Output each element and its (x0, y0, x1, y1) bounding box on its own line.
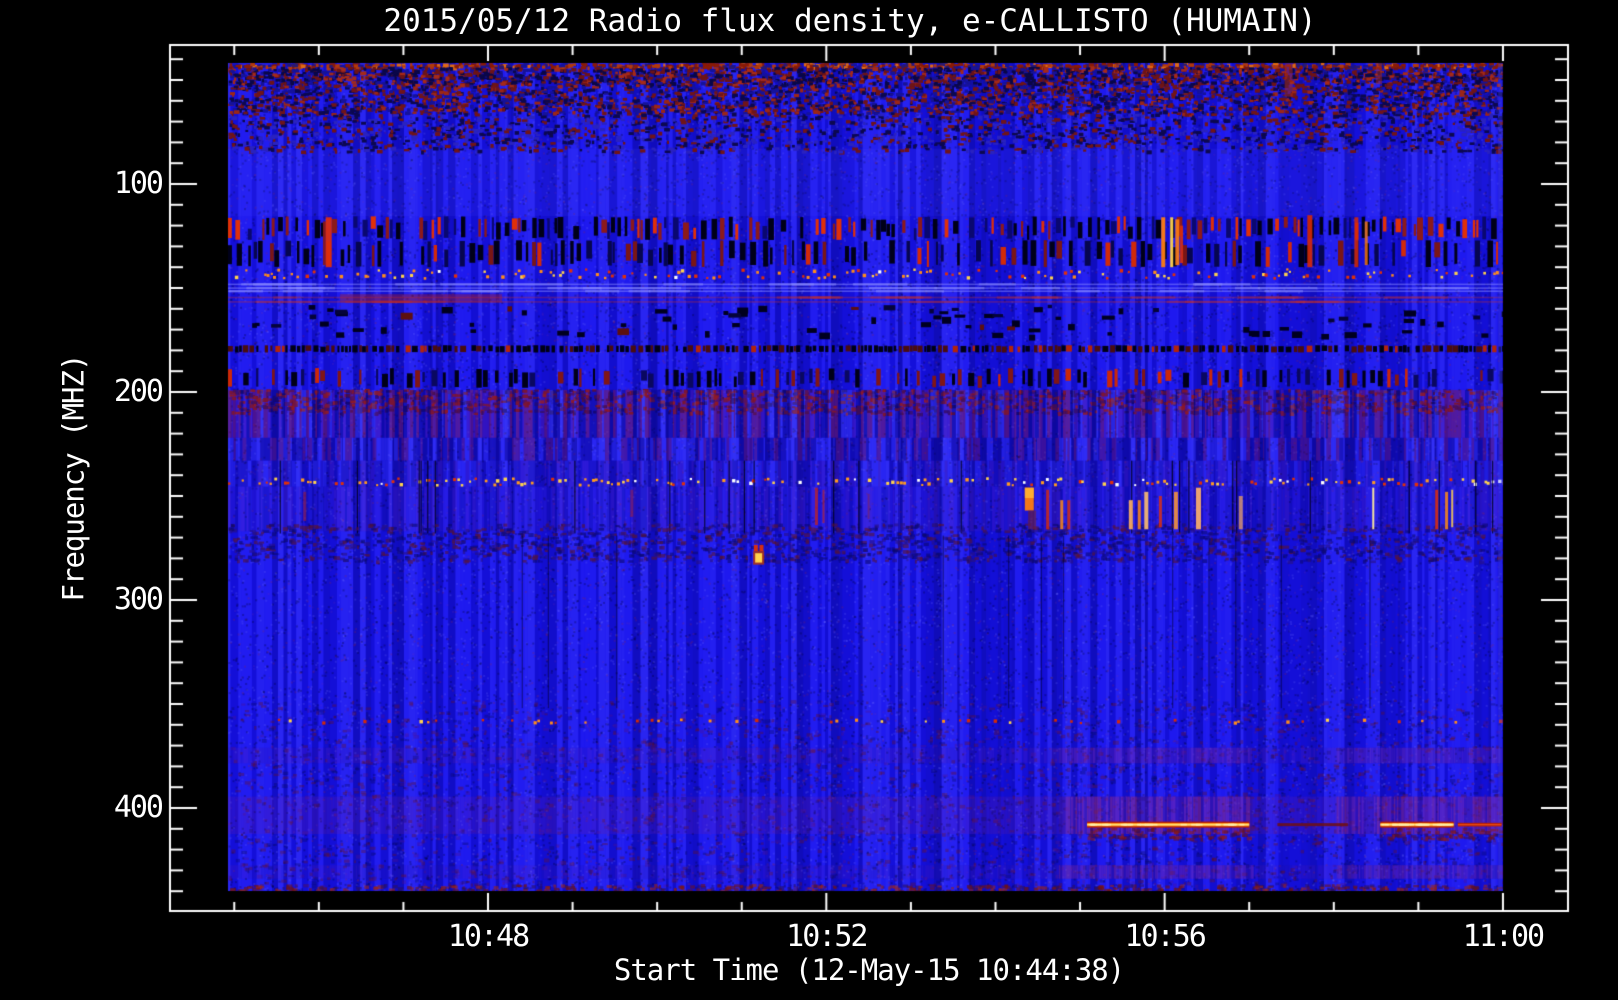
x-axis-title: Start Time (12-May-15 10:44:38) (613, 953, 1125, 987)
chart-title: 2015/05/12 Radio flux density, e-CALLIST… (383, 3, 1317, 39)
x-tick-label: 10:52 (786, 919, 868, 954)
y-tick-label: 300 (113, 582, 164, 617)
x-tick-label: 11:00 (1462, 919, 1545, 954)
x-tick-label: 10:48 (447, 919, 530, 954)
spectrogram-canvas (0, 0, 1618, 1000)
y-tick-label: 200 (113, 374, 164, 409)
x-tick-label: 10:56 (1124, 919, 1206, 954)
y-tick-label: 100 (113, 166, 164, 201)
y-tick-label: 400 (113, 790, 164, 825)
spectrogram-figure: 2015/05/12 Radio flux density, e-CALLIST… (0, 0, 1618, 1000)
